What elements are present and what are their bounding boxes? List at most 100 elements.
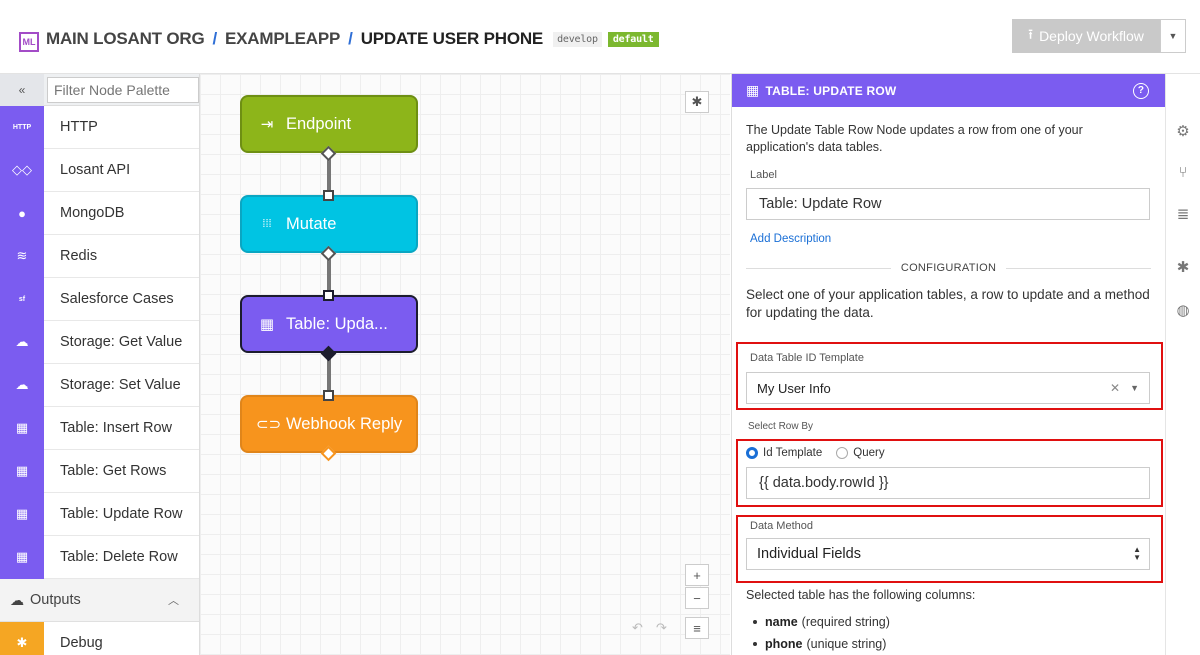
row-id-input[interactable]: {{ data.body.rowId }} xyxy=(746,467,1150,499)
canvas-menu-button[interactable]: ≡ xyxy=(685,617,709,639)
bug-icon[interactable]: ✱ xyxy=(1174,258,1192,276)
table-delete-icon: ▦ xyxy=(0,535,44,579)
node-label: Webhook Reply xyxy=(286,414,403,433)
palette-section-outputs[interactable]: ☁ Outputs ︿ xyxy=(0,579,199,622)
zoom-in-button[interactable]: + xyxy=(685,564,709,586)
bug-icon: ✱ xyxy=(691,94,703,109)
undo-icon[interactable]: ↶ xyxy=(632,620,643,636)
input-port[interactable] xyxy=(323,190,334,201)
canvas-debug-button[interactable]: ✱ xyxy=(685,91,709,113)
palette-item-redis[interactable]: ≋ Redis xyxy=(0,234,199,278)
default-badge: default xyxy=(607,31,659,47)
data-table-label: Data Table ID Template xyxy=(750,352,864,364)
panel-header: ▦ TABLE: UPDATE ROW ? xyxy=(732,74,1165,107)
deploy-dropdown-button[interactable]: ▼ xyxy=(1160,19,1186,53)
input-port[interactable] xyxy=(323,290,334,301)
database-icon[interactable]: ≣ xyxy=(1174,205,1192,223)
data-method-value: Individual Fields xyxy=(757,546,861,562)
version-tag[interactable]: develop xyxy=(553,31,602,47)
node-label: Endpoint xyxy=(286,114,352,133)
configuration-divider: CONFIGURATION xyxy=(746,262,1151,274)
column-item: name (required string) xyxy=(753,615,890,629)
sort-icon: ▲ ▼ xyxy=(1133,545,1141,562)
section-label: Outputs xyxy=(30,592,81,608)
palette-item-label: MongoDB xyxy=(60,205,125,221)
palette-item-storage-get[interactable]: ☁ Storage: Get Value xyxy=(0,320,199,364)
menu-icon: ≡ xyxy=(693,620,701,636)
node-endpoint[interactable]: ⇥ Endpoint xyxy=(240,95,418,153)
node-properties-panel: ▦ TABLE: UPDATE ROW ? The Update Table R… xyxy=(731,74,1165,655)
table-icon: ▦ xyxy=(746,82,760,98)
palette-item-table-get[interactable]: ▦ Table: Get Rows xyxy=(0,449,199,493)
palette-item-salesforce[interactable]: sf Salesforce Cases xyxy=(0,277,199,321)
bullet-icon xyxy=(753,642,757,646)
add-description-link[interactable]: Add Description xyxy=(750,233,1151,245)
deploy-workflow-button[interactable]: ⭱ Deploy Workflow xyxy=(1012,19,1160,53)
palette-item-label: Salesforce Cases xyxy=(60,291,174,307)
palette-item-label: Table: Get Rows xyxy=(60,463,167,479)
table-get-icon: ▦ xyxy=(0,449,44,493)
palette-item-label: Table: Update Row xyxy=(60,506,183,522)
workflow-canvas[interactable]: ⇥ Endpoint ⁞⁞⁞ Mutate ▦ Table: Upda... ⊂… xyxy=(200,74,730,655)
palette-item-table-delete[interactable]: ▦ Table: Delete Row xyxy=(0,535,199,579)
configuration-description: Select one of your application tables, a… xyxy=(746,287,1150,320)
label-input[interactable]: Table: Update Row xyxy=(746,188,1150,220)
top-header: ML MAIN LOSANT ORG / EXAMPLEAPP / UPDATE… xyxy=(0,0,1200,74)
right-toolbar: ⚙ ⑂ ≣ ✱ ◍ xyxy=(1165,74,1200,655)
zoom-out-button[interactable]: − xyxy=(685,587,709,609)
globe-icon[interactable]: ◍ xyxy=(1174,301,1192,319)
palette-item-label: Losant API xyxy=(60,162,131,178)
radio-unselected-icon xyxy=(836,447,849,459)
mutate-icon: ⁞⁞⁞ xyxy=(262,218,272,230)
data-method-select[interactable]: Individual Fields ▲ ▼ xyxy=(746,538,1150,570)
losant-logo[interactable]: ML xyxy=(19,32,39,52)
radio-query[interactable]: Query xyxy=(836,447,885,459)
palette-item-debug[interactable]: ✱ Debug xyxy=(0,621,199,655)
cloud-upload-icon: ☁ xyxy=(10,591,24,608)
breadcrumb-separator: / xyxy=(212,29,218,48)
table-icon: ▦ xyxy=(259,316,275,333)
data-table-value: My User Info xyxy=(757,380,831,396)
breadcrumb-app[interactable]: EXAMPLEAPP xyxy=(225,29,340,49)
upload-icon: ⭱ xyxy=(1028,26,1034,42)
panel-title: TABLE: UPDATE ROW xyxy=(765,83,897,98)
palette-item-http[interactable]: HTTP HTTP xyxy=(0,105,199,149)
double-chevron-left-icon: « xyxy=(18,82,26,97)
clear-icon[interactable]: ✕ xyxy=(1110,381,1120,395)
node-mutate[interactable]: ⁞⁞⁞ Mutate xyxy=(240,195,418,253)
node-webhook-reply[interactable]: ⊂⊃ Webhook Reply xyxy=(240,395,418,453)
column-desc: (unique string) xyxy=(806,637,887,651)
palette-item-mongodb[interactable]: ● MongoDB xyxy=(0,191,199,235)
help-icon[interactable]: ? xyxy=(1133,82,1149,99)
redo-icon[interactable]: ↷ xyxy=(656,620,667,636)
node-table-update[interactable]: ▦ Table: Upda... xyxy=(240,295,418,353)
breadcrumb-org[interactable]: MAIN LOSANT ORG xyxy=(46,29,205,49)
redis-icon: ≋ xyxy=(0,234,44,278)
data-table-select[interactable]: My User Info ✕ ▼ xyxy=(746,372,1150,404)
palette-item-table-update[interactable]: ▦ Table: Update Row xyxy=(0,492,199,536)
palette-item-table-insert[interactable]: ▦ Table: Insert Row xyxy=(0,406,199,450)
node-label: Mutate xyxy=(286,214,337,233)
losant-api-icon: ◇◇ xyxy=(0,148,44,192)
cloud-upload-icon: ☁ xyxy=(0,363,44,407)
node-description: The Update Table Row Node updates a row … xyxy=(746,123,1083,154)
radio-id-template[interactable]: Id Template xyxy=(746,447,822,459)
node-label: Table: Upda... xyxy=(286,314,388,333)
palette-item-label: Table: Delete Row xyxy=(60,549,178,565)
collapse-palette-button[interactable]: « xyxy=(0,73,44,106)
salesforce-icon: sf xyxy=(0,277,44,321)
node-palette: « HTTP HTTP ◇◇ Losant API ● MongoDB ≋ Re… xyxy=(0,73,200,655)
bug-icon: ✱ xyxy=(0,621,44,655)
filter-palette-input[interactable] xyxy=(47,76,199,103)
mongodb-icon: ● xyxy=(0,191,44,235)
gear-icon[interactable]: ⚙ xyxy=(1174,122,1192,140)
input-port[interactable] xyxy=(323,390,334,401)
palette-item-losant-api[interactable]: ◇◇ Losant API xyxy=(0,148,199,192)
branch-icon[interactable]: ⑂ xyxy=(1174,163,1192,181)
caret-down-icon: ▼ xyxy=(1130,383,1139,393)
palette-item-storage-set[interactable]: ☁ Storage: Set Value xyxy=(0,363,199,407)
http-icon: HTTP xyxy=(0,105,44,149)
palette-item-label: Storage: Get Value xyxy=(60,334,183,350)
table-update-icon: ▦ xyxy=(0,492,44,536)
breadcrumb-workflow: UPDATE USER PHONE xyxy=(360,29,544,48)
